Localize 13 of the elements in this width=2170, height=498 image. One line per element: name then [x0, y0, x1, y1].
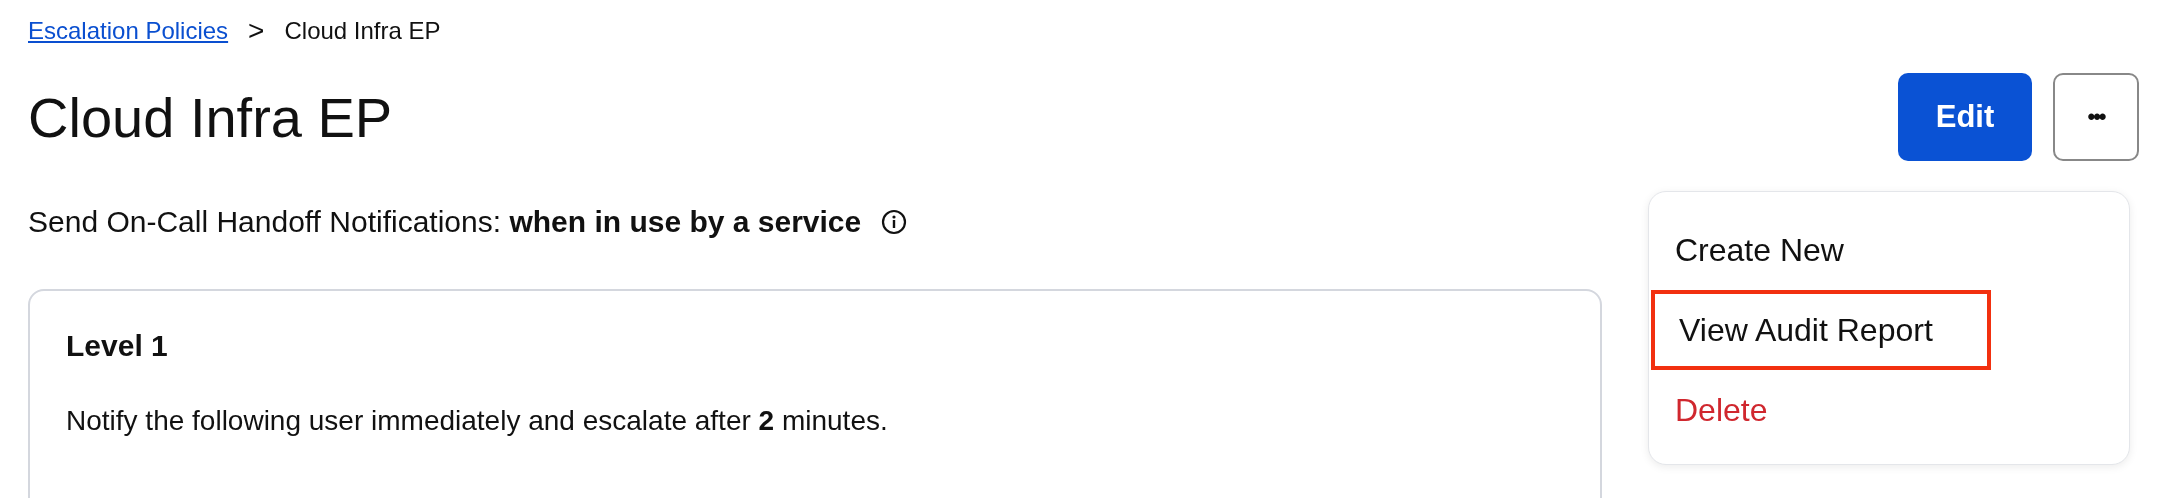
page-title: Cloud Infra EP — [28, 84, 393, 150]
breadcrumb-link[interactable]: Escalation Policies — [28, 17, 229, 45]
level-title: Level 1 — [66, 329, 169, 363]
edit-button[interactable]: Edit — [1898, 73, 2032, 161]
more-button[interactable]: ••• — [2053, 73, 2139, 161]
menu-item[interactable]: Delete — [1649, 370, 2129, 450]
menu-item[interactable]: Create New — [1649, 210, 2129, 290]
info-icon[interactable] — [881, 209, 908, 235]
handoff-text: Send On-Call Handoff Notifications: when in use by a service — [28, 205, 862, 239]
menu-item[interactable]: View Audit Report — [1651, 290, 1991, 370]
breadcrumb-current: Cloud Infra EP — [284, 17, 441, 45]
level-description: Notify the following user immediately and escalate after 2 minutes. — [66, 405, 889, 437]
breadcrumb-separator: > — [248, 15, 265, 47]
